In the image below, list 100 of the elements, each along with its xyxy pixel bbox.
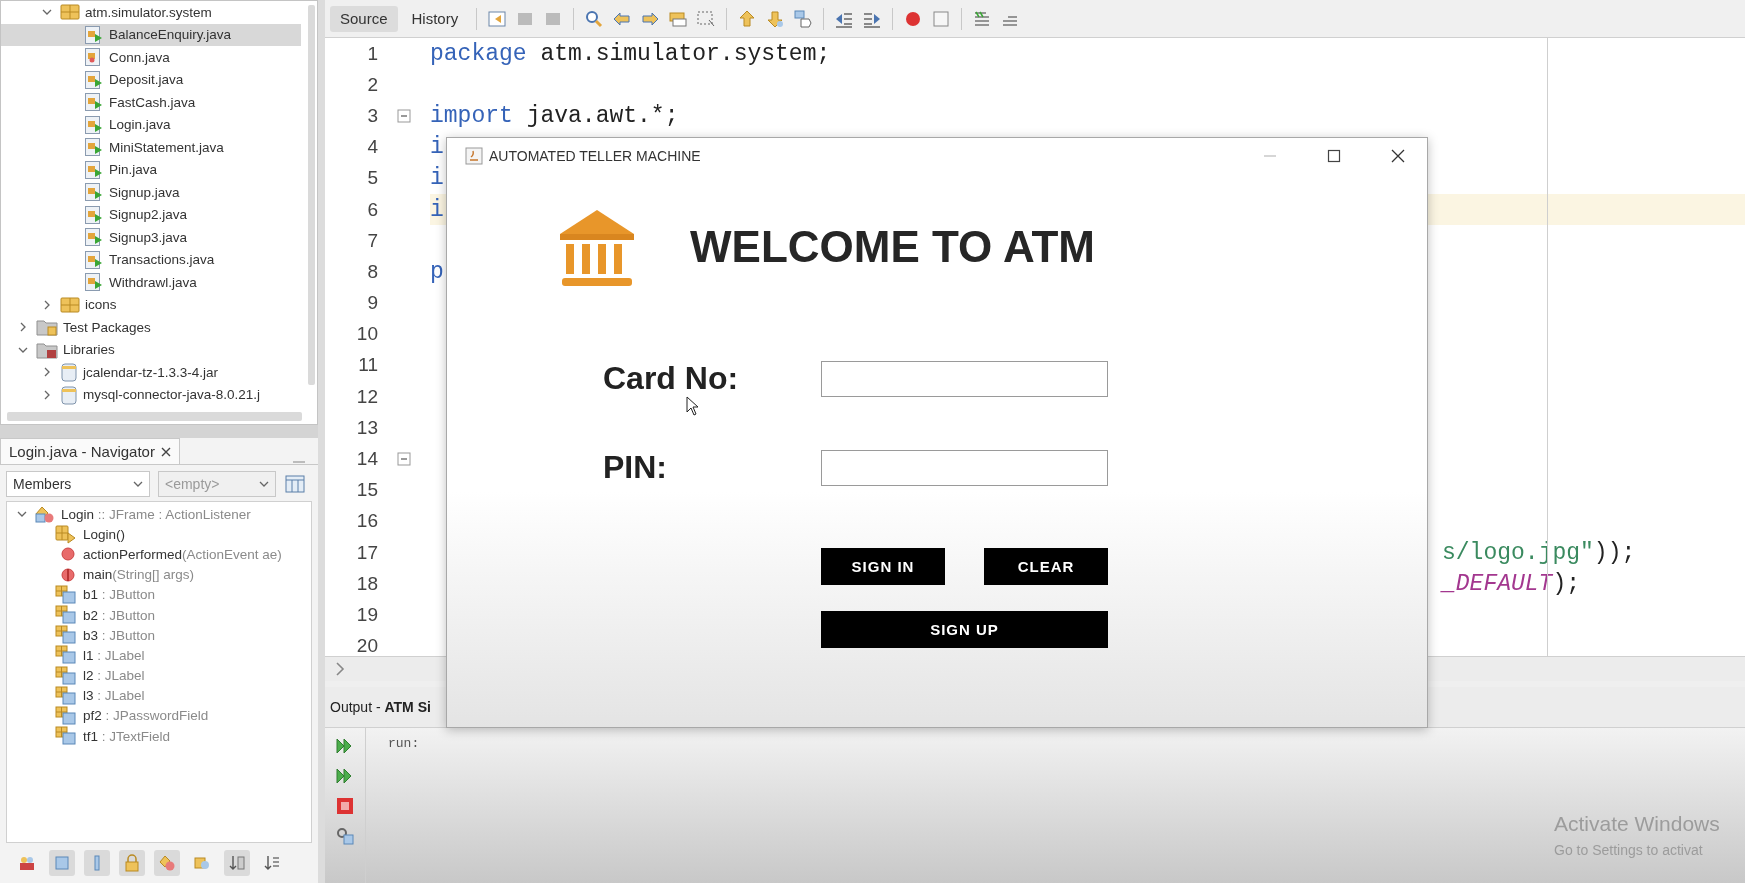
java-file-icon bbox=[84, 159, 104, 180]
dropdown[interactable]: Members bbox=[6, 471, 150, 497]
editor-tab[interactable]: History bbox=[401, 5, 469, 32]
tree-item[interactable]: Signup2.java bbox=[1, 203, 301, 226]
java-file-icon bbox=[84, 69, 104, 90]
square-icon[interactable] bbox=[52, 853, 72, 873]
tree-item[interactable]: Deposit.java bbox=[1, 68, 301, 91]
line-number: 16 bbox=[355, 510, 378, 533]
collapse-icon[interactable] bbox=[397, 108, 411, 123]
tree-item[interactable]: Login.java bbox=[1, 113, 301, 136]
console-text: run: bbox=[388, 736, 420, 751]
jar-icon bbox=[60, 384, 78, 405]
code-line: s/logo.jpg")); bbox=[1442, 539, 1636, 566]
last-edit-icon[interactable] bbox=[487, 8, 508, 29]
tree-item[interactable]: Test Packages bbox=[1, 316, 301, 339]
minimize-icon[interactable] bbox=[292, 460, 306, 464]
chevron-right-icon[interactable] bbox=[18, 322, 28, 333]
tree-item[interactable]: Pin.java bbox=[1, 158, 301, 181]
stop-icon[interactable] bbox=[335, 796, 355, 816]
maximize-icon[interactable] bbox=[1327, 148, 1341, 163]
constructor-icon bbox=[55, 524, 77, 545]
arrow-down-icon[interactable] bbox=[765, 8, 786, 29]
shapes-icon[interactable] bbox=[793, 8, 814, 29]
output-tab[interactable]: Output - ATM Si bbox=[330, 699, 431, 715]
input-field[interactable] bbox=[821, 449, 1108, 486]
tree-item[interactable]: icons bbox=[1, 293, 301, 316]
code-line: i bbox=[430, 196, 444, 223]
member-item[interactable]: pf2 : JPasswordField bbox=[83, 708, 209, 724]
tree-item[interactable]: atm.simulator.system bbox=[1, 1, 301, 24]
line-number: 9 bbox=[366, 292, 378, 315]
line-number: 18 bbox=[355, 572, 378, 595]
dialog-button[interactable]: CLEAR bbox=[984, 548, 1108, 585]
package-icon bbox=[60, 3, 80, 22]
tree-item[interactable]: Signup3.java bbox=[1, 226, 301, 249]
tree-item[interactable]: BalanceEnquiry.java bbox=[1, 23, 301, 46]
stop-icon[interactable] bbox=[931, 8, 952, 29]
tree-item[interactable]: jcalendar-tz-1.3.3-4.jar bbox=[1, 361, 301, 384]
dialog-button[interactable]: SIGN UP bbox=[821, 611, 1108, 648]
java-file-icon bbox=[84, 272, 104, 293]
code-line: package atm.simulator.system; bbox=[430, 40, 831, 67]
member-item[interactable]: b2 : JButton bbox=[83, 607, 156, 623]
tree-item[interactable]: Libraries bbox=[1, 338, 301, 361]
navigator-tab[interactable]: Login.java - Navigator bbox=[0, 438, 180, 464]
member-item[interactable]: l2 : JLabel bbox=[83, 668, 145, 684]
selection-icon[interactable] bbox=[696, 8, 717, 29]
chevron-down-icon bbox=[259, 479, 269, 489]
folder-icon bbox=[36, 318, 58, 337]
close-icon[interactable] bbox=[160, 446, 171, 457]
scrollbar[interactable] bbox=[308, 5, 315, 385]
line-number: 13 bbox=[355, 416, 378, 439]
tree-item[interactable]: Signup.java bbox=[1, 181, 301, 204]
tree-item[interactable]: mysql-connector-java-8.0.21.j bbox=[1, 383, 301, 406]
tree-item[interactable]: Transactions.java bbox=[1, 248, 301, 271]
tree-item[interactable]: FastCash.java bbox=[1, 91, 301, 114]
collapse-icon[interactable] bbox=[397, 452, 411, 467]
java-file-icon bbox=[84, 114, 104, 135]
member-item[interactable]: tf1 : JTextField bbox=[83, 728, 171, 744]
chevron-right-icon[interactable] bbox=[42, 299, 52, 310]
tree-item[interactable]: MiniStatement.java bbox=[1, 136, 301, 159]
java-file-icon bbox=[84, 137, 104, 158]
layout-icon[interactable] bbox=[284, 473, 306, 495]
tree-item[interactable]: Withdrawl.java bbox=[1, 271, 301, 294]
field-icon bbox=[55, 665, 77, 686]
member-item[interactable]: b1 : JButton bbox=[83, 587, 156, 603]
shapes-icon[interactable] bbox=[157, 853, 177, 873]
search-icon[interactable] bbox=[584, 8, 605, 29]
code-line: i bbox=[430, 165, 444, 192]
chevron-down-icon bbox=[133, 479, 143, 489]
field-icon bbox=[55, 584, 77, 605]
member-item[interactable]: Login :: JFrame : ActionListener bbox=[61, 506, 251, 522]
chevron-right-icon[interactable] bbox=[335, 662, 345, 676]
close-icon[interactable] bbox=[1391, 148, 1405, 163]
chevron-right-icon[interactable] bbox=[42, 389, 52, 400]
code-line: p bbox=[430, 258, 444, 285]
editor-tab[interactable]: Source bbox=[330, 5, 398, 32]
java-file-icon bbox=[84, 182, 104, 203]
jar-icon bbox=[60, 362, 78, 383]
member-item[interactable]: l3 : JLabel bbox=[83, 688, 145, 704]
sort-icon[interactable] bbox=[227, 853, 247, 873]
line-number: 8 bbox=[366, 260, 378, 283]
member-item[interactable]: l1 : JLabel bbox=[83, 647, 145, 663]
member-item[interactable]: b3 : JButton bbox=[83, 627, 156, 643]
settings-icon[interactable] bbox=[335, 826, 355, 846]
folder-icon bbox=[36, 340, 58, 359]
member-item[interactable]: main(String[] args) bbox=[83, 567, 195, 583]
mouse-pointer-icon bbox=[686, 396, 700, 416]
tree-item[interactable]: Conn.java bbox=[1, 46, 301, 69]
chevron-right-icon[interactable] bbox=[42, 367, 52, 378]
member-item[interactable]: Login() bbox=[83, 526, 126, 542]
scrollbar[interactable] bbox=[7, 412, 302, 421]
field-icon bbox=[55, 645, 77, 666]
input-field[interactable] bbox=[821, 360, 1108, 397]
lock-icon[interactable] bbox=[122, 853, 142, 873]
java-file-icon bbox=[84, 204, 104, 225]
field-icon bbox=[55, 705, 77, 726]
code-line: i bbox=[430, 134, 444, 161]
java-file-icon bbox=[84, 227, 104, 248]
package-icon bbox=[60, 295, 80, 314]
dialog-button[interactable]: SIGN IN bbox=[821, 548, 945, 585]
member-item[interactable]: actionPerformed(ActionEvent ae) bbox=[83, 546, 282, 562]
